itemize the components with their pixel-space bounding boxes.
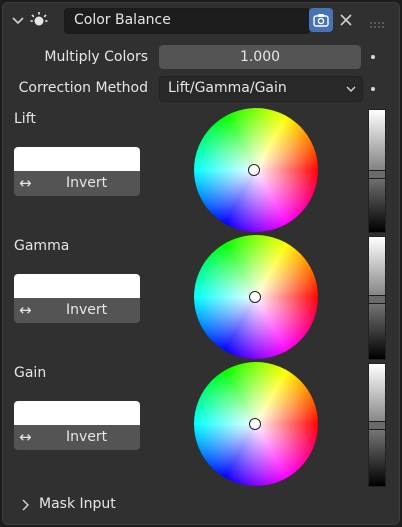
- gain-invert-button[interactable]: ↔ Invert: [14, 425, 140, 450]
- multiply-colors-value: 1.000: [239, 49, 281, 65]
- modifier-name: Color Balance: [74, 12, 171, 28]
- lift-color-swatch[interactable]: [14, 147, 140, 171]
- drag-handle-icon[interactable]: [369, 15, 385, 28]
- gamma-invert-label: Invert: [66, 302, 108, 318]
- gamma-color-wheel[interactable]: [194, 235, 318, 359]
- gain-value-handle[interactable]: [368, 420, 386, 430]
- keyframe-dot[interactable]: [371, 87, 375, 91]
- gain-color-wheel[interactable]: [194, 362, 318, 486]
- chevron-right-icon: [22, 499, 29, 511]
- collapse-icon[interactable]: [11, 13, 25, 27]
- lift-value-slider[interactable]: [368, 109, 386, 233]
- chevron-down-icon: [346, 86, 356, 93]
- show-in-render-button[interactable]: [309, 8, 333, 32]
- mask-input-label: Mask Input: [39, 496, 116, 512]
- lift-color-wheel[interactable]: [194, 108, 318, 232]
- color-balance-icon: [30, 11, 48, 29]
- close-button[interactable]: [337, 11, 355, 29]
- camera-icon: [313, 14, 329, 27]
- gamma-invert-button[interactable]: ↔ Invert: [14, 298, 140, 323]
- swap-arrows-icon: ↔: [19, 428, 32, 446]
- gamma-color-swatch[interactable]: [14, 274, 140, 298]
- multiply-colors-label: Multiply Colors: [44, 49, 148, 65]
- lift-value-handle[interactable]: [368, 169, 386, 179]
- correction-method-dropdown[interactable]: Lift/Gamma/Gain: [159, 76, 363, 102]
- mask-input-toggle[interactable]: Mask Input: [19, 495, 129, 515]
- correction-method-value: Lift/Gamma/Gain: [168, 80, 287, 96]
- gain-wheel-cursor[interactable]: [249, 418, 261, 430]
- keyframe-dot[interactable]: [371, 55, 375, 59]
- gain-label: Gain: [14, 365, 47, 381]
- multiply-colors-field[interactable]: 1.000: [159, 45, 361, 69]
- lift-wheel-cursor[interactable]: [248, 164, 260, 176]
- swap-arrows-icon: ↔: [19, 174, 32, 192]
- gain-invert-label: Invert: [66, 429, 108, 445]
- lift-invert-button[interactable]: ↔ Invert: [14, 171, 140, 196]
- modifier-panel: Color Balance Multiply Colors 1.000 Corr…: [2, 2, 400, 525]
- gamma-value-slider[interactable]: [368, 236, 386, 360]
- close-icon: [340, 14, 352, 26]
- modifier-name-field[interactable]: Color Balance: [64, 8, 310, 34]
- correction-method-label: Correction Method: [18, 80, 148, 96]
- lift-label: Lift: [14, 111, 36, 127]
- lift-invert-label: Invert: [66, 175, 108, 191]
- gamma-wheel-cursor[interactable]: [249, 291, 261, 303]
- gain-color-swatch[interactable]: [14, 401, 140, 425]
- swap-arrows-icon: ↔: [19, 301, 32, 319]
- gamma-label: Gamma: [14, 238, 70, 254]
- gain-value-slider[interactable]: [368, 363, 386, 487]
- gamma-value-handle[interactable]: [368, 294, 386, 304]
